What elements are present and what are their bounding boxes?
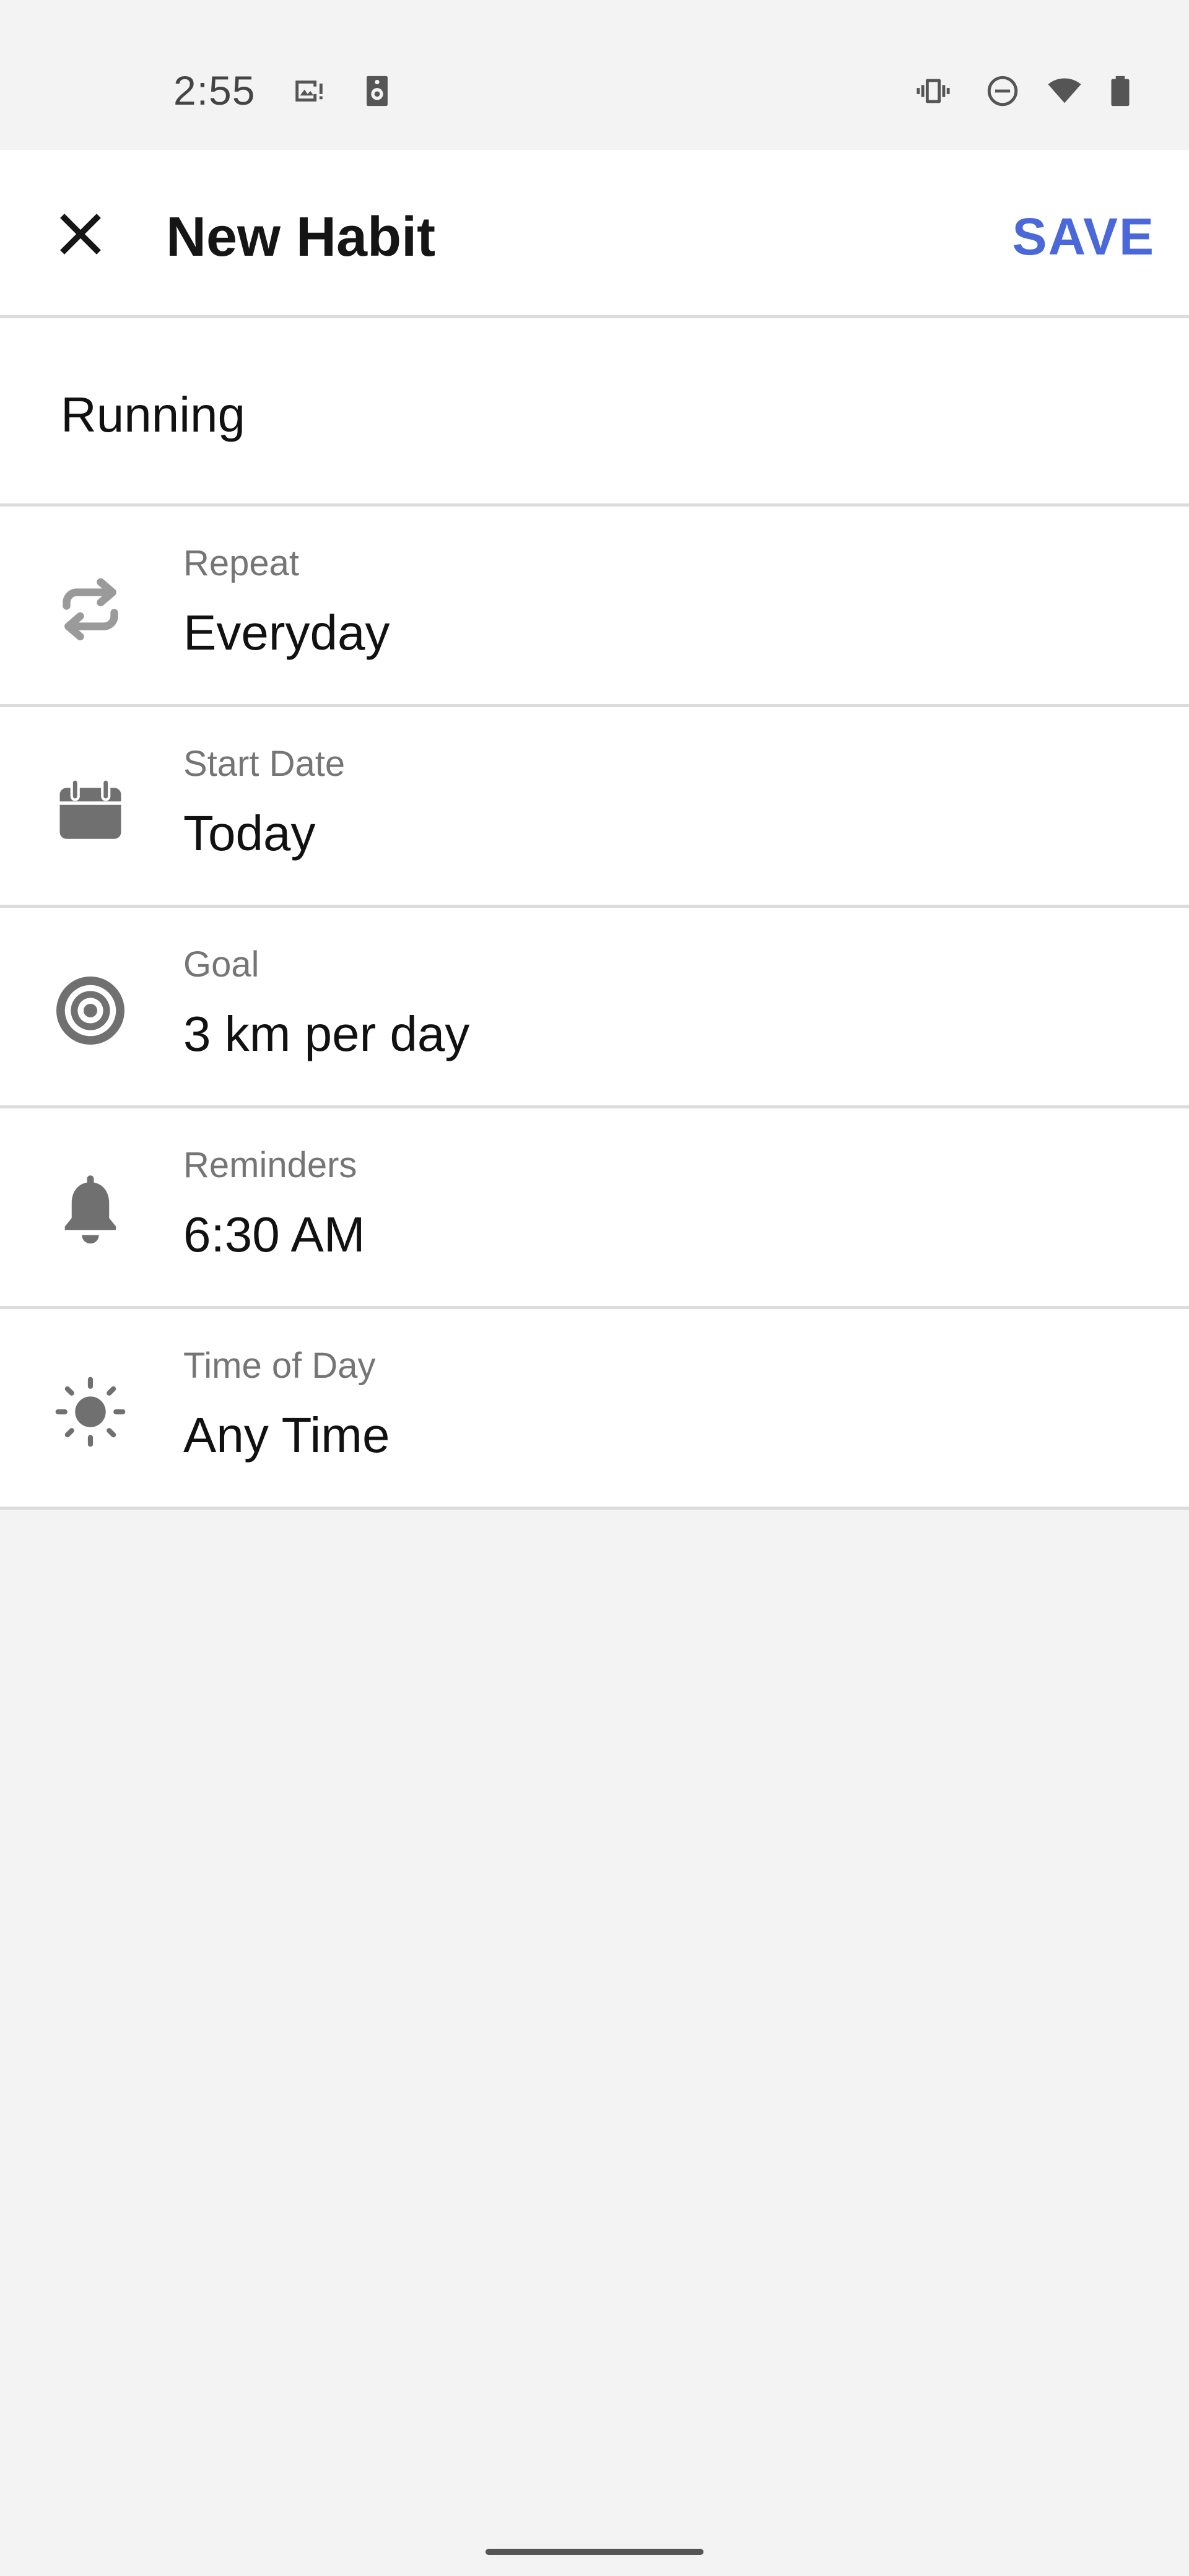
- close-button[interactable]: [43, 197, 118, 271]
- page-title: New Habit: [166, 206, 436, 268]
- bell-icon: [50, 1170, 131, 1252]
- goal-label: Goal: [183, 944, 259, 985]
- repeat-value: Everyday: [183, 605, 390, 660]
- wifi-icon: [1047, 69, 1082, 113]
- time-of-day-row[interactable]: Time of Day Any Time: [0, 1309, 1189, 1510]
- repeat-icon: [50, 568, 131, 650]
- goal-row[interactable]: Goal 3 km per day: [0, 908, 1189, 1108]
- home-indicator[interactable]: [486, 2549, 703, 2555]
- status-bar: 2:55: [0, 0, 1189, 150]
- save-button[interactable]: SAVE: [1012, 207, 1155, 267]
- goal-value: 3 km per day: [183, 1006, 470, 1061]
- do-not-disturb-icon: [985, 69, 1021, 113]
- start-date-label: Start Date: [183, 744, 346, 784]
- sun-icon: [50, 1371, 131, 1453]
- speaker-icon: [359, 69, 395, 113]
- app-bar: New Habit SAVE: [0, 150, 1189, 318]
- image-alert-icon: [291, 69, 327, 113]
- time-of-day-value: Any Time: [183, 1408, 390, 1463]
- habit-name-input[interactable]: Running: [61, 386, 1113, 443]
- battery-icon: [1102, 69, 1138, 113]
- calendar-icon: [50, 769, 131, 851]
- status-time: 2:55: [173, 67, 256, 113]
- repeat-row[interactable]: Repeat Everyday: [0, 507, 1189, 707]
- reminders-value: 6:30 AM: [183, 1207, 365, 1262]
- target-icon: [50, 970, 131, 1051]
- reminders-row[interactable]: Reminders 6:30 AM: [0, 1108, 1189, 1309]
- start-date-row[interactable]: Start Date Today: [0, 707, 1189, 908]
- close-icon: [60, 214, 101, 255]
- habit-name-field[interactable]: Running: [0, 318, 1189, 507]
- reminders-label: Reminders: [183, 1145, 357, 1185]
- vibrate-icon: [915, 69, 951, 113]
- time-of-day-label: Time of Day: [183, 1346, 376, 1386]
- repeat-label: Repeat: [183, 543, 300, 583]
- start-date-value: Today: [183, 806, 316, 861]
